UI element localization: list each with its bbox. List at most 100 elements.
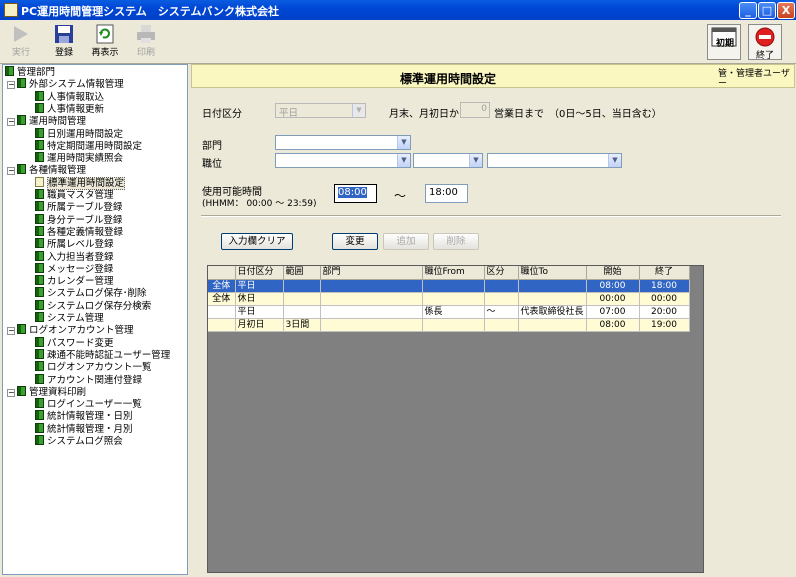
book-icon: [35, 373, 44, 384]
tree-item[interactable]: − 管理資料印刷: [7, 385, 86, 398]
table-row[interactable]: 平日 係長～代表取締役社長 07:00 20:00: [208, 305, 690, 319]
collapse-icon[interactable]: −: [7, 118, 15, 127]
tree-item[interactable]: システムログ保存･削除: [35, 287, 146, 299]
tree-item[interactable]: ログインユーザー一覧: [35, 398, 142, 410]
table-cell: 月初日: [235, 318, 284, 332]
tree-item[interactable]: パスワード変更: [35, 336, 114, 349]
table-row[interactable]: 月初日 3日間 08:00 19:00: [208, 318, 690, 332]
tree-item-label: ログオンアカウント一覧: [47, 362, 152, 374]
tree-item[interactable]: 標準運用時間設定: [35, 176, 126, 190]
table-cell: ～: [484, 305, 519, 319]
book-icon: [35, 201, 44, 212]
clear-input-button[interactable]: 入力欄クリア: [221, 233, 293, 250]
tree-item[interactable]: 人事情報更新: [35, 102, 104, 115]
book-icon: [35, 139, 44, 150]
tree-item-label: 各種定義情報登録: [47, 226, 124, 238]
collapse-icon[interactable]: −: [7, 167, 15, 176]
tree-item[interactable]: − 運用時間管理: [7, 115, 86, 127]
table-row[interactable]: 全体 休日 00:00 00:00: [208, 292, 690, 306]
column-header[interactable]: 区分: [484, 266, 519, 280]
run-button[interactable]: 実行: [4, 22, 38, 60]
dept-select[interactable]: ▼: [275, 135, 411, 150]
open-book-icon: [35, 176, 44, 187]
tree-item[interactable]: 特定期間運用時間設定: [35, 139, 142, 152]
tree-item[interactable]: 入力担当者登録: [35, 250, 114, 263]
rank-from-select[interactable]: ▼: [275, 153, 411, 168]
column-header[interactable]: [208, 266, 236, 280]
start-time-value: 08:00: [338, 187, 367, 198]
tree-item[interactable]: 運用時間実績照会: [35, 152, 123, 164]
table-cell: [484, 292, 519, 306]
table-cell: 08:00: [586, 318, 640, 332]
column-header[interactable]: 職位From: [422, 266, 485, 280]
tree-item[interactable]: 所属レベル登録: [35, 238, 114, 250]
tree-item[interactable]: アカウント関連付登録: [35, 373, 142, 386]
tree-item[interactable]: システム管理: [35, 312, 104, 324]
book-icon: [35, 299, 44, 310]
tree-item[interactable]: カレンダー管理: [35, 275, 114, 287]
month-end-label: 月末、月初日から: [389, 109, 469, 120]
business-day-input[interactable]: 0: [460, 102, 490, 118]
register-button[interactable]: 登録: [47, 22, 81, 60]
tree-item-label: パスワード変更: [47, 337, 114, 349]
end-time-input[interactable]: 18:00: [425, 184, 468, 203]
rank-to-select[interactable]: ▼: [487, 153, 622, 168]
redisplay-button[interactable]: 再表示: [88, 22, 122, 60]
tree-item[interactable]: − 各種情報管理: [7, 164, 86, 176]
tree-item-label: 運用時間管理: [29, 116, 87, 128]
table-cell: 全体: [208, 279, 236, 293]
tree-item[interactable]: システムログ保存分検索: [35, 299, 151, 312]
column-header[interactable]: 終了: [639, 266, 690, 280]
column-header[interactable]: 開始: [586, 266, 640, 280]
tree-item[interactable]: ログオンアカウント一覧: [35, 361, 152, 373]
rank-kubun-select[interactable]: ▼: [413, 153, 483, 168]
table-cell: [422, 318, 485, 332]
tree-item[interactable]: − 外部システム情報管理: [7, 78, 124, 90]
exit-button[interactable]: 終了: [748, 24, 782, 61]
book-icon: [35, 127, 44, 138]
tree-item[interactable]: 管理部門: [5, 66, 55, 78]
tree-item[interactable]: 職員マスタ管理: [35, 189, 114, 201]
column-header[interactable]: 日付区分: [235, 266, 284, 280]
tree-item[interactable]: 所属テーブル登録: [35, 201, 122, 213]
column-header[interactable]: 職位To: [518, 266, 587, 280]
table-header: 日付区分 範囲 部門 職位From 区分 職位To 開始 終了: [208, 266, 690, 280]
tree-item[interactable]: 身分テーブル登録: [35, 213, 122, 226]
column-header[interactable]: 範囲: [283, 266, 321, 280]
column-header[interactable]: 部門: [320, 266, 423, 280]
refresh-icon: [96, 24, 114, 44]
tree-item[interactable]: 疎通不能時認証ユーザー管理: [35, 348, 170, 361]
book-icon: [35, 238, 44, 249]
tree-item[interactable]: 人事情報取込: [35, 90, 104, 103]
tree-item[interactable]: 各種定義情報登録: [35, 225, 124, 238]
maximize-button[interactable]: □: [758, 2, 776, 19]
tree-item[interactable]: − ログオンアカウント管理: [7, 324, 134, 336]
date-kubun-select[interactable]: 平日 ▼: [275, 103, 366, 119]
tree-item[interactable]: システムログ照会: [35, 435, 123, 447]
delete-button[interactable]: 削除: [433, 233, 479, 250]
collapse-icon[interactable]: −: [7, 388, 15, 397]
book-icon: [35, 275, 44, 286]
print-button[interactable]: 印刷: [129, 22, 163, 60]
table-row[interactable]: 全体 平日 08:00 18:00: [208, 279, 690, 293]
page-header: 標準運用時間設定 管・管理者ユーザー: [191, 64, 795, 89]
tree-item-label: メッセージ登録: [47, 263, 114, 275]
stop-icon: [755, 27, 775, 47]
minimize-button[interactable]: _: [739, 2, 757, 19]
book-icon: [17, 385, 26, 396]
floppy-disk-icon: [55, 25, 73, 43]
init-button[interactable]: 初期: [707, 24, 741, 60]
collapse-icon[interactable]: −: [7, 327, 15, 336]
close-button[interactable]: X: [777, 2, 795, 19]
tree-item[interactable]: メッセージ登録: [35, 262, 114, 275]
tree-item-label: 所属テーブル登録: [47, 202, 123, 214]
add-button[interactable]: 追加: [383, 233, 429, 250]
tree-item[interactable]: 日別運用時間設定: [35, 127, 123, 140]
tree-item[interactable]: 統計情報管理・月別: [35, 422, 133, 435]
table-cell: [283, 279, 321, 293]
collapse-icon[interactable]: −: [7, 81, 15, 90]
tree-item[interactable]: 統計情報管理・日別: [35, 410, 133, 422]
change-button[interactable]: 変更: [332, 233, 378, 250]
tree-item-label: 外部システム情報管理: [29, 79, 124, 91]
start-time-input[interactable]: 08:00: [334, 184, 377, 203]
